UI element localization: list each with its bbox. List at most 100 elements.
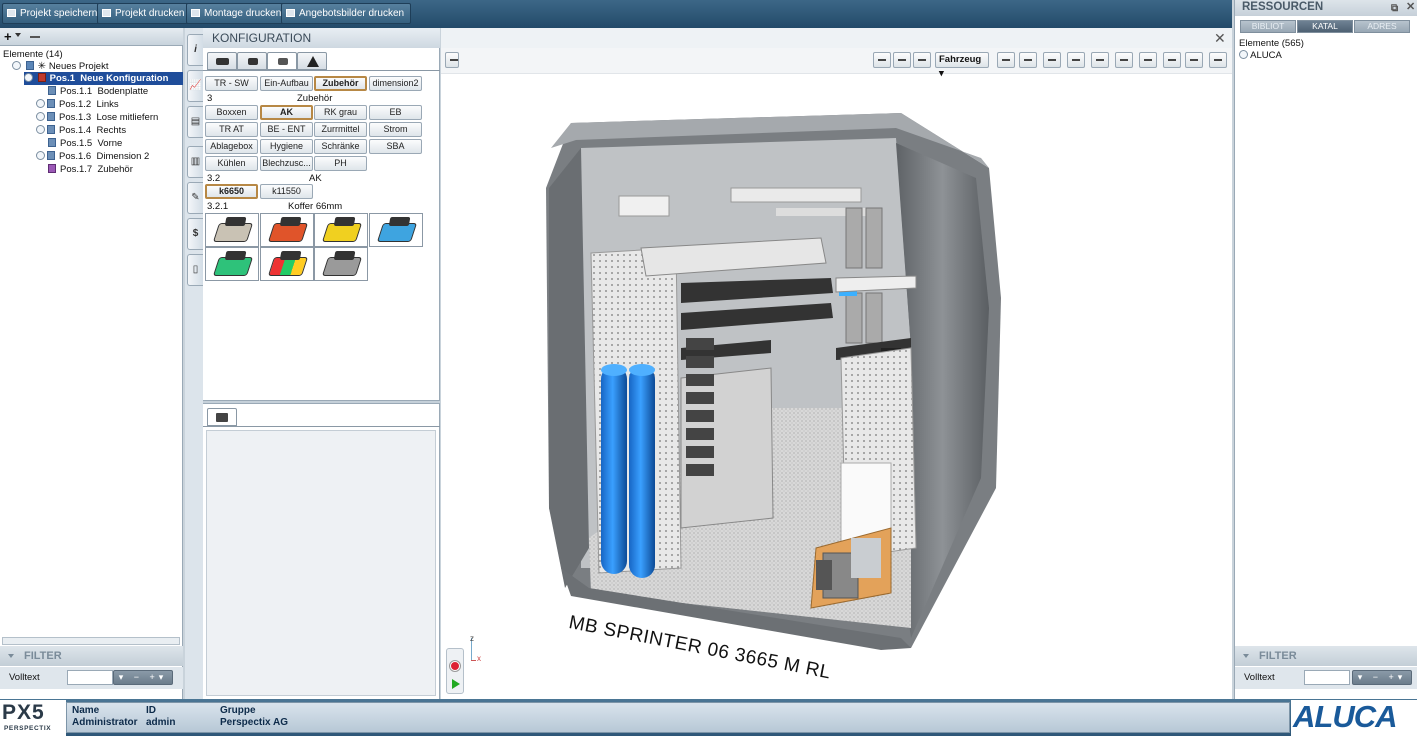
tree-item[interactable]: Pos.1.5 Vorne — [46, 137, 122, 150]
dimension-tool-button[interactable] — [1043, 52, 1061, 68]
expand-icon[interactable] — [1239, 50, 1248, 59]
3d-viewport[interactable]: MB SPRINTER 06 3665 M RL z x — [441, 48, 1232, 699]
document-tab[interactable]: ▯ — [187, 254, 203, 286]
tree-item[interactable]: Pos.1.2 Links — [36, 98, 119, 111]
filter-header[interactable]: FILTER — [0, 646, 183, 666]
tree-item[interactable]: Pos.1.1 Bodenplatte — [46, 85, 148, 98]
option-button[interactable]: Boxxen — [205, 105, 258, 120]
align-center-button[interactable] — [1115, 52, 1133, 68]
remove-icon[interactable] — [30, 36, 40, 38]
play-icon[interactable] — [452, 679, 460, 689]
config-tab-box[interactable] — [237, 52, 267, 70]
option-button[interactable]: Schränke — [314, 139, 367, 154]
tree-item[interactable]: Pos.1.3 Lose mitliefern — [36, 111, 158, 124]
case-grey-icon — [321, 257, 363, 276]
case-thumbnail[interactable] — [205, 247, 259, 281]
option-button[interactable]: Ablagebox — [205, 139, 258, 154]
notes-tab[interactable] — [207, 408, 237, 426]
tab-adressen[interactable]: ADRES — [1354, 20, 1410, 33]
vehicle-dropdown[interactable]: Fahrzeug ▾ — [935, 52, 989, 79]
option-button[interactable]: RK grau — [314, 105, 367, 120]
option-button[interactable]: Ein-Aufbau — [260, 76, 313, 91]
grid-tool-button[interactable] — [1067, 52, 1085, 68]
align-top-button[interactable] — [1139, 52, 1157, 68]
option-button[interactable]: Blechzusc... — [260, 156, 313, 171]
viewport-toolbar: Fahrzeug ▾ — [441, 48, 1232, 79]
align-left-button[interactable] — [1091, 52, 1109, 68]
filter-row: Volltext ▾ − +▾ — [1235, 667, 1417, 689]
info-tab[interactable]: i — [187, 34, 203, 66]
cart-tab[interactable]: ▤ — [187, 106, 203, 138]
filter-buttons[interactable]: ▾ − +▾ — [1352, 670, 1412, 685]
option-button[interactable]: dimension2 — [369, 76, 422, 91]
tree-item-selected[interactable]: Pos.1 Neue Konfiguration — [24, 72, 183, 85]
distribute-button[interactable] — [1185, 52, 1203, 68]
expand-icon[interactable] — [36, 125, 45, 134]
option-button[interactable]: EB — [369, 105, 422, 120]
collapse-icon[interactable] — [24, 73, 33, 82]
case-thumbnail[interactable] — [260, 247, 314, 281]
sub-option-button-selected[interactable]: k6650 — [205, 184, 258, 199]
volltext-input[interactable] — [67, 670, 113, 685]
option-button[interactable]: Kühlen — [205, 156, 258, 171]
save-project-button[interactable]: Projekt speichern — [2, 3, 105, 24]
reset-view-button[interactable] — [1209, 52, 1227, 68]
volltext-input[interactable] — [1304, 670, 1350, 685]
sub-option-button[interactable]: k11550 — [260, 184, 313, 199]
chart-tab[interactable]: 📈 — [187, 70, 203, 102]
option-button-selected[interactable]: Zubehör — [314, 76, 367, 91]
option-button[interactable]: Strom — [369, 122, 422, 137]
collapse-icon[interactable] — [12, 61, 21, 70]
config-tab-book[interactable] — [267, 52, 297, 70]
option-button[interactable]: PH — [314, 156, 367, 171]
print-tab[interactable]: ▥ — [187, 146, 203, 178]
expand-icon[interactable] — [36, 112, 45, 121]
align-bottom-button[interactable] — [1163, 52, 1181, 68]
close-icon[interactable]: ✕ — [1406, 0, 1415, 15]
filter-tool-button[interactable] — [997, 52, 1015, 68]
add-icon[interactable]: + — [4, 29, 12, 44]
price-tab[interactable]: $ — [187, 218, 203, 250]
resources-count: Elemente (565) — [1239, 38, 1304, 49]
config-tab-vehicle[interactable] — [207, 52, 237, 70]
tab-bibliothek[interactable]: BIBLIOT — [1240, 20, 1296, 33]
filter-buttons[interactable]: ▾ − +▾ — [113, 670, 173, 685]
expand-icon[interactable] — [36, 99, 45, 108]
option-button[interactable]: Hygiene — [260, 139, 313, 154]
tree-item[interactable]: Pos.1.6 Dimension 2 — [36, 150, 149, 163]
filter-header[interactable]: FILTER — [1235, 646, 1417, 666]
record-icon[interactable] — [450, 661, 460, 671]
option-button-selected[interactable]: AK — [260, 105, 313, 120]
print-offer-images-button[interactable]: Angebotsbilder drucken — [281, 3, 412, 24]
chevron-down-icon[interactable] — [15, 33, 21, 37]
tree-item[interactable]: Pos.1.7 Zubehör — [46, 163, 133, 176]
undock-icon[interactable]: ⧉ — [1391, 1, 1398, 16]
case-thumbnail[interactable] — [314, 247, 368, 281]
config-tab-warning[interactable] — [297, 52, 327, 70]
horizontal-scrollbar[interactable] — [2, 637, 180, 645]
edit-tab[interactable]: ✎ — [187, 182, 203, 214]
resource-item[interactable]: ALUCA — [1239, 50, 1282, 61]
measure-tool-button[interactable] — [1019, 52, 1037, 68]
tab-katalog[interactable]: KATAL — [1297, 20, 1353, 33]
tree-item[interactable]: Pos.1.4 Rechts — [36, 124, 126, 137]
option-button[interactable]: TR - SW — [205, 76, 258, 91]
panel-splitter[interactable] — [203, 400, 440, 404]
print-project-button[interactable]: Projekt drucken — [97, 3, 192, 24]
line-tool-button[interactable] — [913, 52, 931, 68]
collapse-left-button[interactable] — [445, 52, 459, 68]
option-button[interactable]: BE - ENT — [260, 122, 313, 137]
case-thumbnail[interactable] — [369, 213, 423, 247]
notes-area[interactable] — [206, 430, 436, 696]
print-assembly-button[interactable]: Montage drucken — [186, 3, 289, 24]
case-thumbnail[interactable] — [260, 213, 314, 247]
vehicle-3d-render[interactable] — [441, 48, 1232, 699]
option-button[interactable]: TR AT — [205, 122, 258, 137]
case-thumbnail[interactable] — [205, 213, 259, 247]
option-button[interactable]: Zurrmittel — [314, 122, 367, 137]
view-list-button[interactable] — [873, 52, 891, 68]
option-button[interactable]: SBA — [369, 139, 422, 154]
text-tool-button[interactable] — [893, 52, 911, 68]
expand-icon[interactable] — [36, 151, 45, 160]
case-thumbnail[interactable] — [314, 213, 368, 247]
